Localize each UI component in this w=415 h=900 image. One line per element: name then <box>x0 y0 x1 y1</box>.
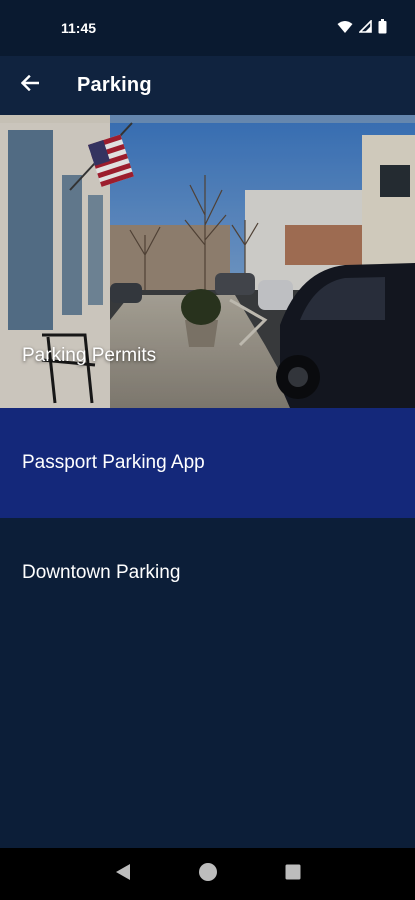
menu-item-label: Downtown Parking <box>22 562 181 583</box>
wifi-icon <box>337 20 353 37</box>
nav-back-button[interactable] <box>108 859 138 889</box>
battery-icon <box>378 19 387 37</box>
status-icons <box>337 19 387 37</box>
menu-item-parking-permits[interactable] <box>0 296 415 408</box>
triangle-back-icon <box>115 863 131 886</box>
circle-home-icon <box>198 862 218 887</box>
square-recents-icon <box>285 864 301 885</box>
nav-home-button[interactable] <box>193 859 223 889</box>
nav-recents-button[interactable] <box>278 859 308 889</box>
status-bar: 11:45 <box>0 0 415 56</box>
signal-icon <box>358 19 372 36</box>
status-time: 11:45 <box>61 20 97 36</box>
menu-item-passport-parking-app[interactable]: Passport Parking App <box>0 408 415 518</box>
back-button[interactable] <box>0 56 60 115</box>
page-title: Parking <box>77 74 152 96</box>
system-navigation-bar <box>0 848 415 900</box>
arrow-left-icon <box>20 74 40 96</box>
menu-item-downtown-parking[interactable]: Downtown Parking <box>0 518 415 628</box>
menu-item-label: Passport Parking App <box>22 452 205 473</box>
app-bar: Parking <box>0 56 415 115</box>
